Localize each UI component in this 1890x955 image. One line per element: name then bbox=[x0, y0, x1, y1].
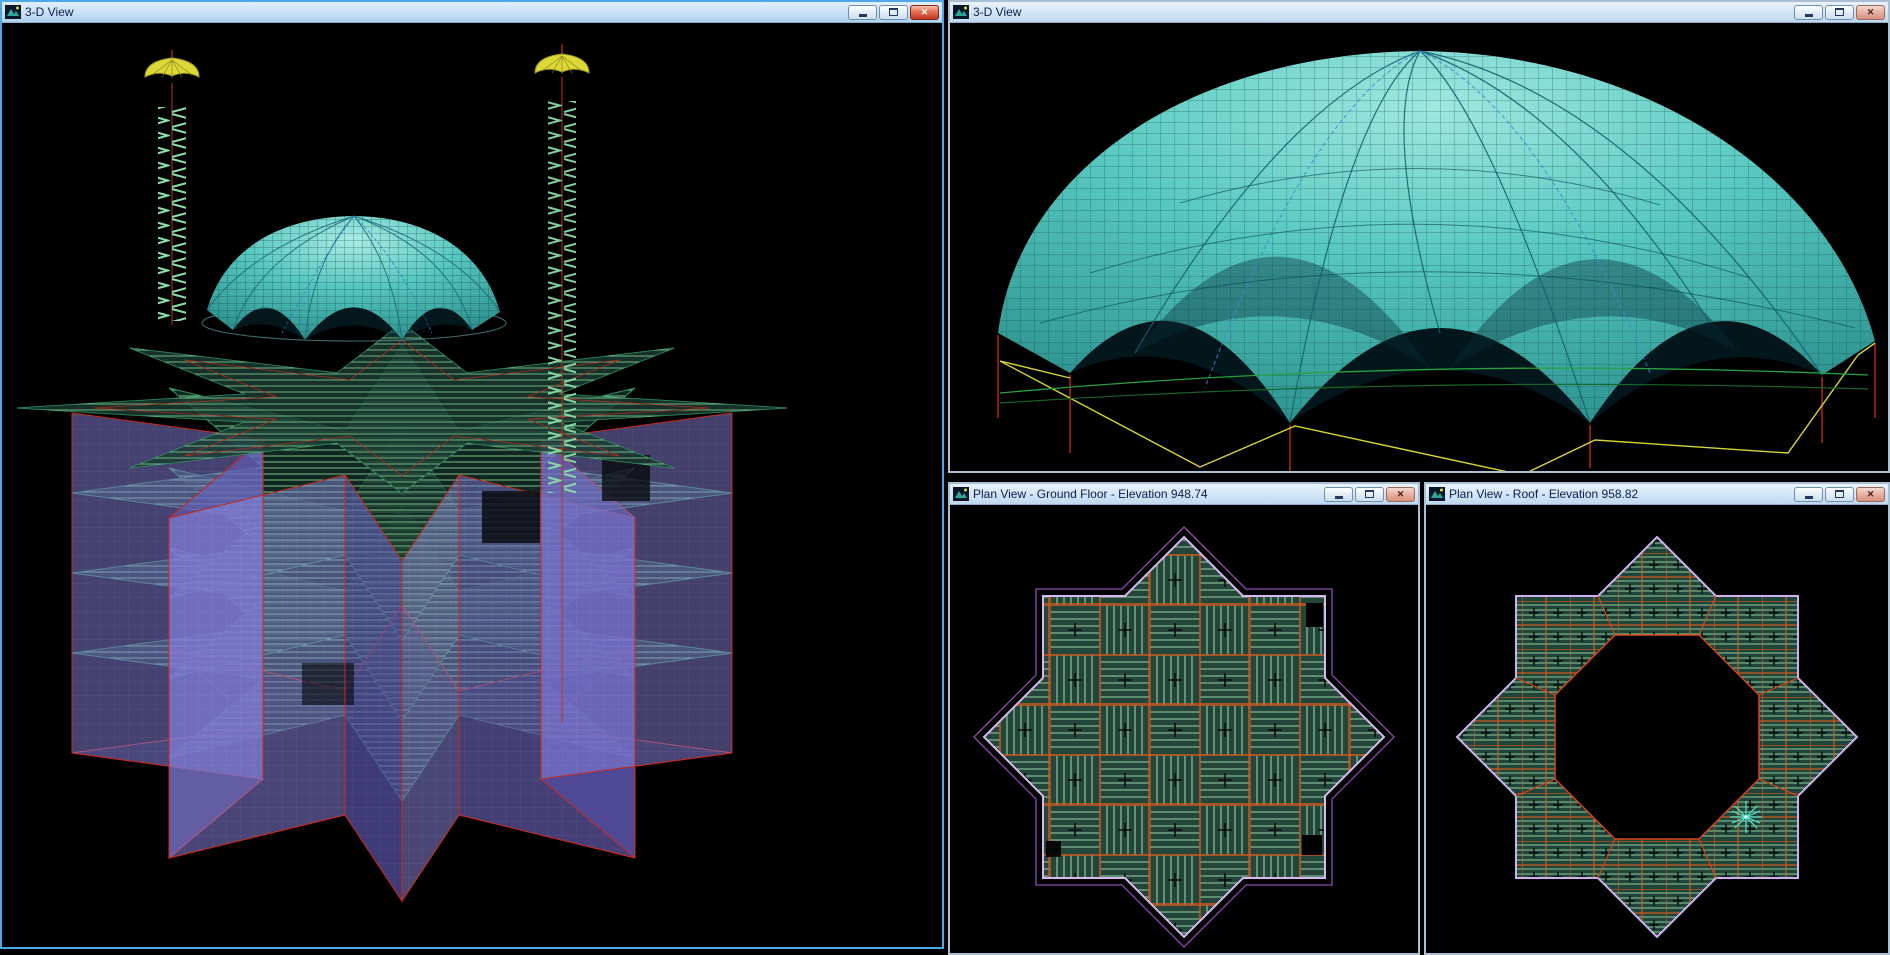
window-plan-ground[interactable]: Plan View - Ground Floor - Elevation 948… bbox=[948, 482, 1420, 955]
viewport-3d-model[interactable] bbox=[2, 23, 942, 947]
close-button[interactable]: ✕ bbox=[1386, 487, 1415, 502]
viewport-plan-ground[interactable] bbox=[950, 505, 1418, 953]
window-plan-roof[interactable]: Plan View - Roof - Elevation 958.82 ✕ bbox=[1424, 482, 1890, 955]
scene-plan-ground bbox=[950, 505, 1418, 953]
maximize-button[interactable] bbox=[1825, 5, 1854, 20]
minimize-button[interactable] bbox=[1324, 487, 1353, 502]
model-3d-app-icon bbox=[1429, 487, 1445, 501]
window-controls: ✕ bbox=[1794, 5, 1885, 20]
model-3d-app-icon bbox=[5, 5, 21, 19]
maximize-icon bbox=[1835, 490, 1844, 498]
titlebar[interactable]: 3-D View ✕ bbox=[2, 2, 942, 23]
titlebar[interactable]: Plan View - Ground Floor - Elevation 948… bbox=[950, 484, 1418, 505]
titlebar[interactable]: 3-D View ✕ bbox=[950, 2, 1888, 23]
window-controls: ✕ bbox=[848, 5, 939, 20]
maximize-button[interactable] bbox=[1825, 487, 1854, 502]
minimize-button[interactable] bbox=[1794, 5, 1823, 20]
titlebar[interactable]: Plan View - Roof - Elevation 958.82 ✕ bbox=[1426, 484, 1888, 505]
maximize-button[interactable] bbox=[879, 5, 908, 20]
scene-3d-building bbox=[2, 23, 942, 947]
window-title: 3-D View bbox=[973, 2, 1790, 22]
minimize-button[interactable] bbox=[848, 5, 877, 20]
roof-platform bbox=[17, 323, 787, 493]
maximize-icon bbox=[1365, 490, 1374, 498]
scene-dome bbox=[950, 23, 1888, 471]
minimize-icon bbox=[1805, 14, 1813, 17]
star-floor-plan bbox=[974, 527, 1394, 947]
window-3d-view-main[interactable]: 3-D View ✕ bbox=[0, 0, 944, 949]
roof-ring-plan bbox=[1457, 537, 1857, 937]
viewport-3d-dome[interactable] bbox=[950, 23, 1888, 471]
minimize-icon bbox=[859, 14, 867, 17]
model-3d-app-icon bbox=[953, 487, 969, 501]
window-3d-view-dome[interactable]: 3-D View ✕ bbox=[948, 0, 1890, 473]
viewport-plan-roof[interactable] bbox=[1426, 505, 1888, 953]
window-controls: ✕ bbox=[1794, 487, 1885, 502]
minaret-left bbox=[145, 50, 199, 325]
close-button[interactable]: ✕ bbox=[1856, 487, 1885, 502]
window-title: Plan View - Roof - Elevation 958.82 bbox=[1449, 484, 1790, 504]
maximize-icon bbox=[1835, 8, 1844, 16]
maximize-icon bbox=[889, 8, 898, 16]
window-controls: ✕ bbox=[1324, 487, 1415, 502]
minimize-icon bbox=[1335, 496, 1343, 499]
minimize-icon bbox=[1805, 496, 1813, 499]
maximize-button[interactable] bbox=[1355, 487, 1384, 502]
close-button[interactable]: ✕ bbox=[1856, 5, 1885, 20]
central-dome bbox=[202, 216, 506, 341]
close-button[interactable]: ✕ bbox=[910, 5, 939, 20]
model-3d-app-icon bbox=[953, 5, 969, 19]
scene-plan-roof bbox=[1426, 505, 1888, 953]
dome-shell bbox=[998, 51, 1875, 423]
window-title: 3-D View bbox=[25, 2, 844, 22]
minimize-button[interactable] bbox=[1794, 487, 1823, 502]
window-title: Plan View - Ground Floor - Elevation 948… bbox=[973, 484, 1320, 504]
